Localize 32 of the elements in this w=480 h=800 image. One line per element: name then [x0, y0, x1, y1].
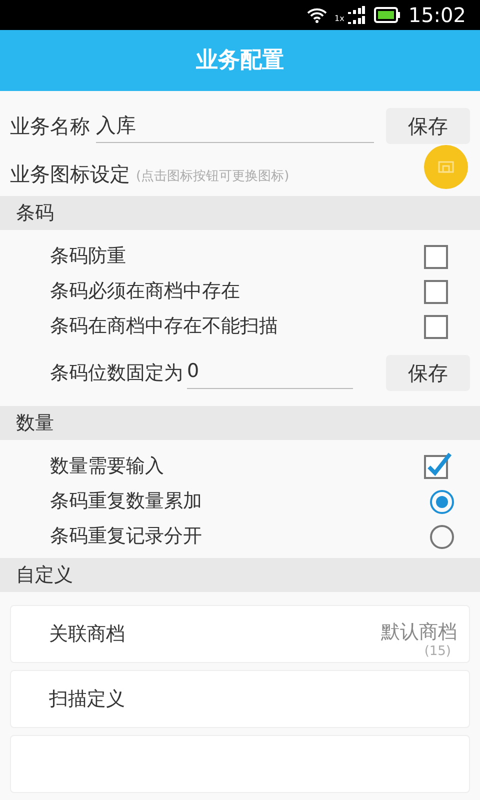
frame-icon — [438, 160, 454, 173]
page-title: 业务配置 — [196, 47, 284, 76]
radio-button[interactable] — [430, 490, 454, 514]
signal-icon — [346, 6, 366, 24]
option-label: 条码防重 — [50, 244, 127, 270]
radio-button[interactable] — [430, 524, 454, 548]
field-label: 业务名称 — [10, 113, 90, 140]
list-card[interactable]: 扫描定义 — [10, 670, 470, 728]
option-label: 条码在商档中存在不能扫描 — [50, 314, 279, 340]
save-button[interactable]: 保存 — [386, 355, 470, 391]
list-card[interactable]: 关联商档 默认商档 (15) — [10, 605, 470, 663]
field-label: 业务图标设定 — [10, 160, 130, 188]
card-label: 关联商档 — [49, 622, 126, 647]
section-title: 条码 — [16, 200, 54, 226]
card-label: 扫描定义 — [49, 686, 126, 712]
battery-icon — [374, 7, 400, 23]
option-label: 数量需要输入 — [50, 454, 165, 480]
count-label: (15) — [424, 642, 451, 660]
save-button[interactable]: 保存 — [386, 108, 470, 144]
input-field[interactable]: 0 — [187, 357, 353, 389]
option-label: 条码重复数量累加 — [50, 489, 203, 514]
hint-text: (点击图标按钮可更换图标) — [136, 168, 290, 186]
network-label: 1x — [334, 13, 344, 25]
wifi-icon — [306, 7, 327, 23]
option-label: 条码重复记录分开 — [50, 524, 203, 550]
card-value: 默认商档 — [381, 620, 457, 645]
field-label: 条码位数固定为 — [50, 360, 183, 386]
input-field[interactable]: 入库 — [96, 110, 374, 143]
option-label: 条码必须在商档中存在 — [50, 279, 241, 304]
clock: 15:02 — [408, 2, 466, 29]
section-title: 数量 — [16, 410, 54, 436]
section-title: 自定义 — [16, 562, 73, 588]
